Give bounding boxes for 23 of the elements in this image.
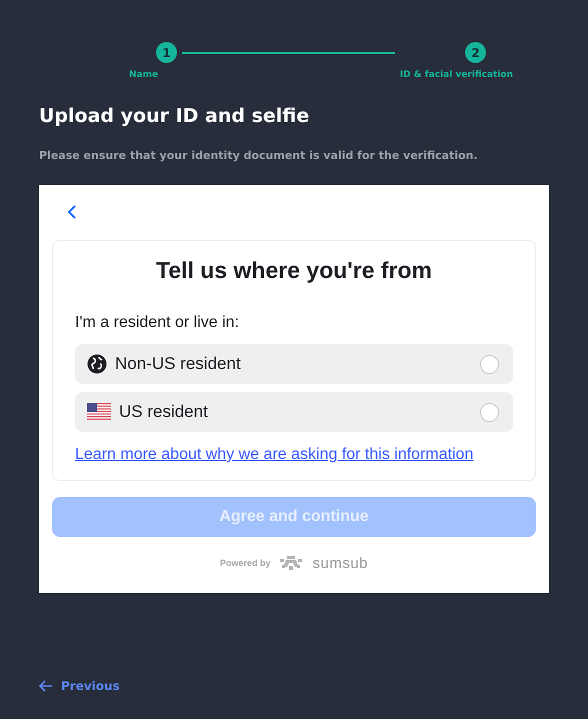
residence-option[interactable]: Non-US resident <box>75 344 513 384</box>
step-number: 1 <box>156 42 177 63</box>
page-title: Upload your ID and selfie <box>39 105 310 127</box>
flag-icon <box>87 403 111 421</box>
radio-button[interactable] <box>480 402 499 422</box>
residence-option[interactable]: US resident <box>75 392 513 432</box>
logo-icon <box>278 554 304 572</box>
step-number: 2 <box>465 42 486 63</box>
step-label: Name <box>129 70 158 80</box>
learn-more-link[interactable]: Learn more about why we are asking for this information <box>75 446 474 464</box>
residence-prompt: I'm a resident or live in: <box>75 314 240 332</box>
back-button[interactable] <box>66 203 78 221</box>
page-subtitle: Please ensure that your identity document is valid for the verification. <box>39 149 479 162</box>
radio-button[interactable] <box>480 354 499 374</box>
card-heading: Tell us where you're from <box>155 257 433 284</box>
brand-name: sumsub <box>312 554 368 572</box>
previous-link[interactable]: Previous <box>39 679 120 693</box>
globe-icon <box>87 354 107 374</box>
powered-by-text: Powered by <box>220 558 270 568</box>
option-label: US resident <box>119 402 209 422</box>
option-label: Non-US resident <box>115 354 242 374</box>
step-label: ID & facial verification <box>400 70 513 80</box>
arrow-left-icon <box>39 680 53 692</box>
